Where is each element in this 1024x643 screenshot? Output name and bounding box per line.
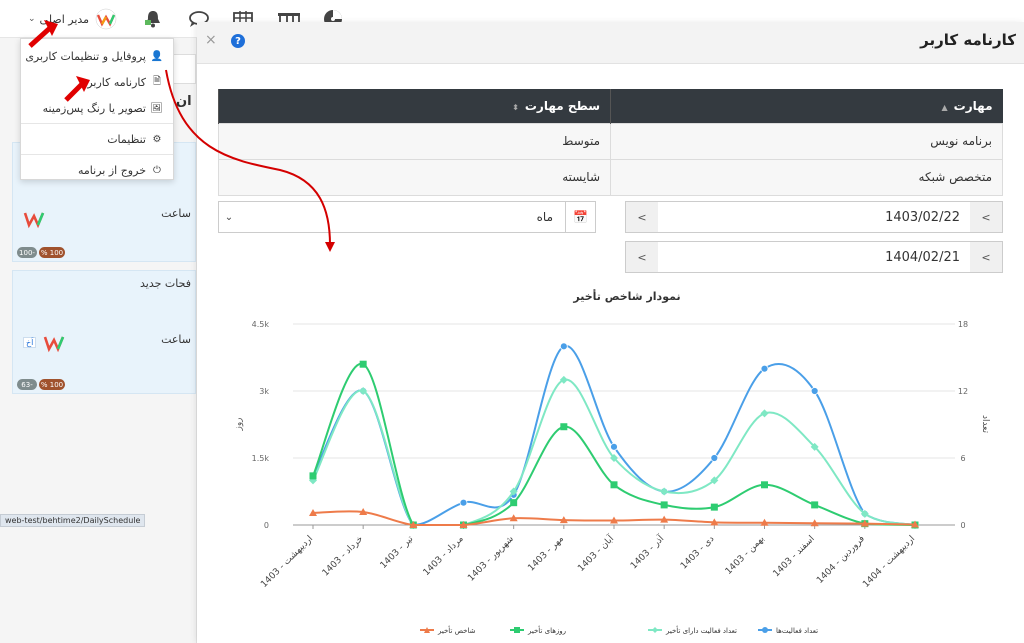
- y-tick-right: 18: [958, 320, 968, 329]
- x-tick-label: دی - 1403: [679, 534, 716, 571]
- x-tick-label: اردیبهشت - 1404: [861, 534, 917, 590]
- y-tick-right: 12: [958, 387, 968, 396]
- percent-pill: 100 %: [39, 379, 65, 390]
- x-tick-label: اردیبهشت - 1403: [259, 534, 315, 590]
- legend-label: روزهای تأخیر: [527, 625, 566, 635]
- menu-item-profile[interactable]: 👤 پروفایل و تنظیمات کاربری: [21, 43, 173, 69]
- percent-pill: 100 %: [39, 247, 65, 258]
- data-point: [710, 503, 718, 511]
- card-badge: اَخ: [23, 337, 37, 348]
- gear-icon: ⚙: [152, 133, 162, 145]
- left-heading: ان: [176, 94, 192, 109]
- y-axis-label-left: روز: [234, 417, 244, 431]
- bell-icon[interactable]: [138, 6, 168, 32]
- data-point: [810, 387, 819, 395]
- card-logo-icon: [43, 336, 65, 353]
- y-tick-right: 6: [960, 454, 965, 463]
- legend-marker: [762, 627, 768, 633]
- status-bar-url: web-test/behtime2/DailySchedule: [0, 514, 146, 527]
- x-tick-label: شهریور - 1403: [466, 534, 516, 584]
- power-icon: ⏻: [153, 164, 161, 176]
- card-time: ساعت: [161, 207, 191, 220]
- data-point: [660, 501, 668, 509]
- x-tick-label: آبان - 1403: [575, 532, 617, 574]
- data-point: [359, 360, 367, 368]
- card-logo-icon: [23, 212, 45, 229]
- data-point: [560, 423, 568, 431]
- series-line: [312, 378, 916, 526]
- y-tick-right: 0: [960, 521, 965, 530]
- image-icon: 🖼: [150, 102, 163, 114]
- x-tick-label: تیر - 1403: [379, 534, 416, 571]
- x-tick-label: بهمن - 1403: [724, 534, 767, 577]
- task-card[interactable]: فحات جدید ساعت اَخ -63 100 %: [12, 270, 196, 394]
- data-point: [459, 498, 468, 507]
- score-pill: -100: [17, 247, 37, 258]
- data-point: [559, 342, 568, 351]
- data-point: [710, 454, 719, 462]
- app-logo-icon: [95, 8, 117, 30]
- x-tick-label: مهر - 1403: [526, 534, 566, 574]
- x-tick-label: فروردین - 1404: [815, 534, 867, 586]
- data-point: [610, 442, 618, 451]
- y-tick-left: 0: [264, 521, 269, 530]
- menu-item-user-report[interactable]: 🗎 کارنامه کاربر: [21, 69, 173, 95]
- user-name: مدیر اصلی: [39, 12, 90, 26]
- legend-label: تعداد فعالیت‌ها: [776, 627, 818, 635]
- data-point: [510, 499, 518, 507]
- menu-divider: [21, 123, 173, 124]
- card-title: فحات جدید: [140, 277, 191, 290]
- user-icon: 👤: [150, 50, 163, 62]
- chart-title: نمودار شاخص تأخیر: [572, 289, 680, 303]
- data-point: [811, 501, 819, 509]
- y-tick-left: 4.5k: [252, 320, 270, 329]
- data-point: [760, 364, 769, 373]
- data-point: [761, 481, 768, 489]
- x-tick-label: اسفند - 1403: [772, 534, 817, 579]
- data-point: [760, 409, 769, 418]
- x-tick-label: مرداد - 1403: [422, 534, 466, 578]
- y-tick-left: 3k: [259, 387, 269, 396]
- user-menu-toggle[interactable]: ⌄ مدیر اصلی: [28, 8, 119, 30]
- user-report-modal: × ? کارنامه کاربر مهارت▲ سطح مهارت⬍ برنا…: [197, 22, 1024, 643]
- x-tick-label: خرداد - 1403: [321, 534, 365, 578]
- data-point: [309, 472, 317, 480]
- document-icon: 🗎: [152, 75, 162, 87]
- legend-marker: [652, 627, 658, 633]
- user-dropdown-menu: 👤 پروفایل و تنظیمات کاربری 🗎 کارنامه کار…: [20, 38, 174, 180]
- menu-item-logout[interactable]: ⏻ خروج از برنامه: [21, 157, 173, 183]
- score-pill: -63: [17, 379, 37, 390]
- y-axis-label-right: تعداد: [980, 415, 990, 434]
- legend-label: تعداد فعالیت دارای تأخیر: [665, 625, 737, 635]
- legend-marker: [514, 627, 520, 633]
- menu-item-settings[interactable]: ⚙ تنظیمات: [21, 126, 173, 152]
- data-point: [660, 487, 669, 496]
- card-time: ساعت: [161, 333, 191, 346]
- menu-divider: [21, 154, 173, 155]
- menu-item-background[interactable]: 🖼 تصویر یا رنگ پس‌زمینه: [21, 95, 173, 121]
- delay-index-chart: نمودار شاخص تأخیر 0 0 1.5k 6 3k 12 4.5k 18 روز تعد…: [234, 289, 990, 635]
- legend-label: شاخص تأخیر: [437, 625, 476, 635]
- y-tick-left: 1.5k: [252, 454, 270, 463]
- chevron-down-icon: ⌄: [28, 14, 36, 24]
- x-tick-label: آذر - 1403: [628, 532, 667, 571]
- data-point: [610, 481, 618, 489]
